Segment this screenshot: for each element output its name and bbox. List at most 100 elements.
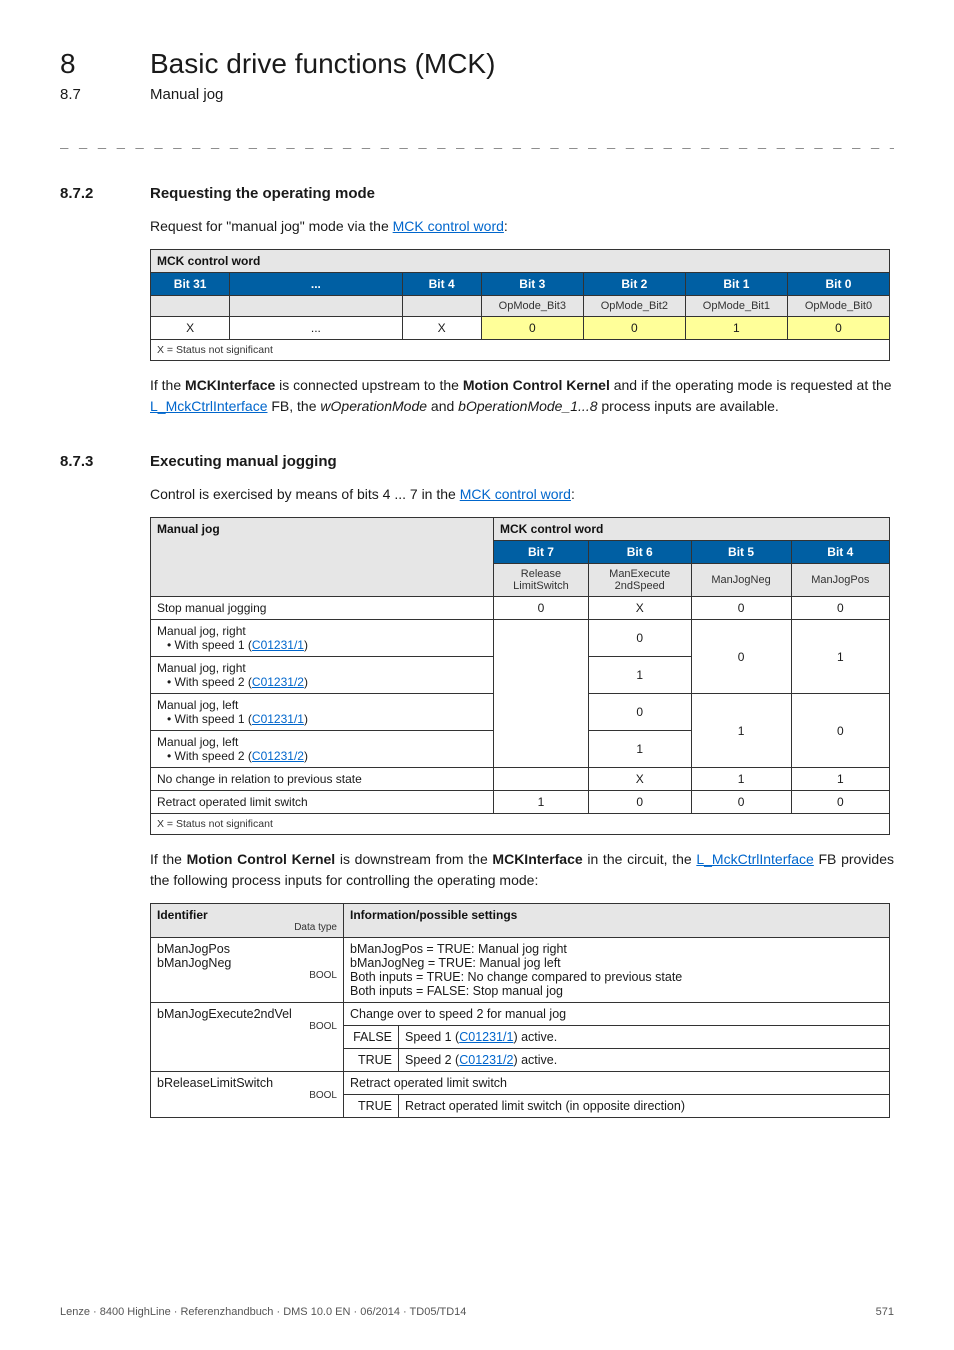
subsection-873-head: 8.7.3 Executing manual jogging [60,453,894,470]
cell: X [588,768,691,791]
cell: OpMode_Bit0 [787,296,889,317]
row-label: Manual jog, right • With speed 2 (C01231… [151,657,494,694]
cell: X [402,317,481,340]
row-label: No change in relation to previous state [151,768,494,791]
text: ) [304,712,308,726]
text: Control is exercised by means of bits 4 … [150,486,460,502]
text: in the circuit, the [583,851,697,867]
identifier-table: Identifier Data type Information/possibl… [150,903,890,1118]
text-bold: MCKInterface [492,851,582,867]
text: is downstream from the [335,851,492,867]
col-bit3: Bit 3 [481,273,583,296]
cell: X [151,317,230,340]
text: Speed 2 ( [405,1053,459,1067]
code-link[interactable]: C01231/1 [252,712,304,726]
value-desc: Speed 1 (C01231/1) active. [399,1026,890,1049]
text: Manual jog, right [157,624,246,638]
text: • With speed 2 ( [167,749,252,763]
info-line: bManJogPos = TRUE: Manual jog right [350,942,883,956]
cell: 1 [691,768,791,791]
mckctrlinterface-link[interactable]: L_MckCtrlInterface [696,851,813,867]
table-row: No change in relation to previous state … [151,768,890,791]
text: ) active. [513,1030,557,1044]
header-subtext: Data type [157,922,337,933]
text: : [571,486,575,502]
text: Manual jog, left [157,698,238,712]
text: If the [150,377,185,393]
text: FB, the [267,398,320,414]
text: ) [304,638,308,652]
value-key: TRUE [344,1095,399,1118]
section-header: 8.7 Manual jog [60,86,894,103]
text: ) [304,749,308,763]
manual-jog-table: Manual jog MCK control word Bit 7 Bit 6 … [150,517,890,835]
cell: 0 [791,597,889,620]
cell-highlight: 0 [481,317,583,340]
code-link[interactable]: C01231/2 [252,749,304,763]
identifier: bManJogNeg [157,956,231,970]
identifier: bReleaseLimitSwitch [157,1076,273,1090]
text: and if the operating mode is requested a… [610,377,892,393]
cell: Release LimitSwitch [494,564,589,597]
cell [151,296,230,317]
page: 8 Basic drive functions (MCK) 8.7 Manual… [0,0,954,1350]
value-key: FALSE [344,1026,399,1049]
row-label: Manual jog, right • With speed 1 (C01231… [151,620,494,657]
merged-cell: 1 [791,620,889,694]
cell-highlight: 0 [583,317,685,340]
text: ) active. [513,1053,557,1067]
identifier-cell: bManJogExecute2ndVel BOOL [151,1003,344,1072]
merged-cell: 0 [691,620,791,694]
info-line: Both inputs = TRUE: No change compared t… [350,970,883,984]
table-caption: MCK control word [151,250,890,273]
col-bit7: Bit 7 [494,541,589,564]
col-bit2: Bit 2 [583,273,685,296]
col-bit31: Bit 31 [151,273,230,296]
chapter-title: Basic drive functions (MCK) [150,48,495,80]
col-bit4: Bit 4 [402,273,481,296]
text: process inputs are available. [598,398,779,414]
cell: 0 [588,791,691,814]
text: If the [150,851,187,867]
identifier: bManJogExecute2ndVel [157,1007,292,1021]
col-manual-jog: Manual jog [151,518,494,597]
text-italic: bOperationMode_1...8 [458,398,597,414]
text: Manual jog, right [157,661,246,675]
header-text: Identifier [157,908,208,922]
section-title: Manual jog [150,86,223,103]
table-value-row: X ... X 0 0 1 0 [151,317,890,340]
cell: ManExecute 2ndSpeed [588,564,691,597]
info-line: bManJogNeg = TRUE: Manual jog left [350,956,883,970]
text: is connected upstream to the [275,377,463,393]
col-bit1: Bit 1 [685,273,787,296]
cell: 0 [588,620,691,657]
value-key: TRUE [344,1049,399,1072]
cell: 1 [588,731,691,768]
cell-highlight: 1 [685,317,787,340]
table-row: Stop manual jogging 0 X 0 0 [151,597,890,620]
info-cell: bManJogPos = TRUE: Manual jog right bMan… [344,938,890,1003]
cell [230,296,402,317]
text-italic: wOperationMode [320,398,427,414]
chapter-header: 8 Basic drive functions (MCK) [60,48,894,80]
mck-control-word-link[interactable]: MCK control word [460,486,571,502]
row-label: Manual jog, left • With speed 1 (C01231/… [151,694,494,731]
code-link[interactable]: C01231/2 [252,675,304,689]
mck-control-word-link[interactable]: MCK control word [393,218,504,234]
text: • With speed 1 ( [167,638,252,652]
cell: 1 [494,791,589,814]
code-link[interactable]: C01231/1 [252,638,304,652]
cell: 0 [494,597,589,620]
cell: ManJogPos [791,564,889,597]
table-row: Manual jog, right • With speed 1 (C01231… [151,620,890,657]
code-link[interactable]: C01231/1 [459,1030,513,1044]
info-cell: Change over to speed 2 for manual jog [344,1003,890,1026]
info-line: Both inputs = FALSE: Stop manual jog [350,984,883,998]
cell: 0 [691,597,791,620]
table-footnote: X = Status not significant [151,340,890,361]
subsection-number: 8.7.3 [60,453,120,470]
code-link[interactable]: C01231/2 [459,1053,513,1067]
mckctrlinterface-link[interactable]: L_MckCtrlInterface [150,398,267,414]
text-bold: Motion Control Kernel [187,851,336,867]
value-desc: Retract operated limit switch (in opposi… [399,1095,890,1118]
